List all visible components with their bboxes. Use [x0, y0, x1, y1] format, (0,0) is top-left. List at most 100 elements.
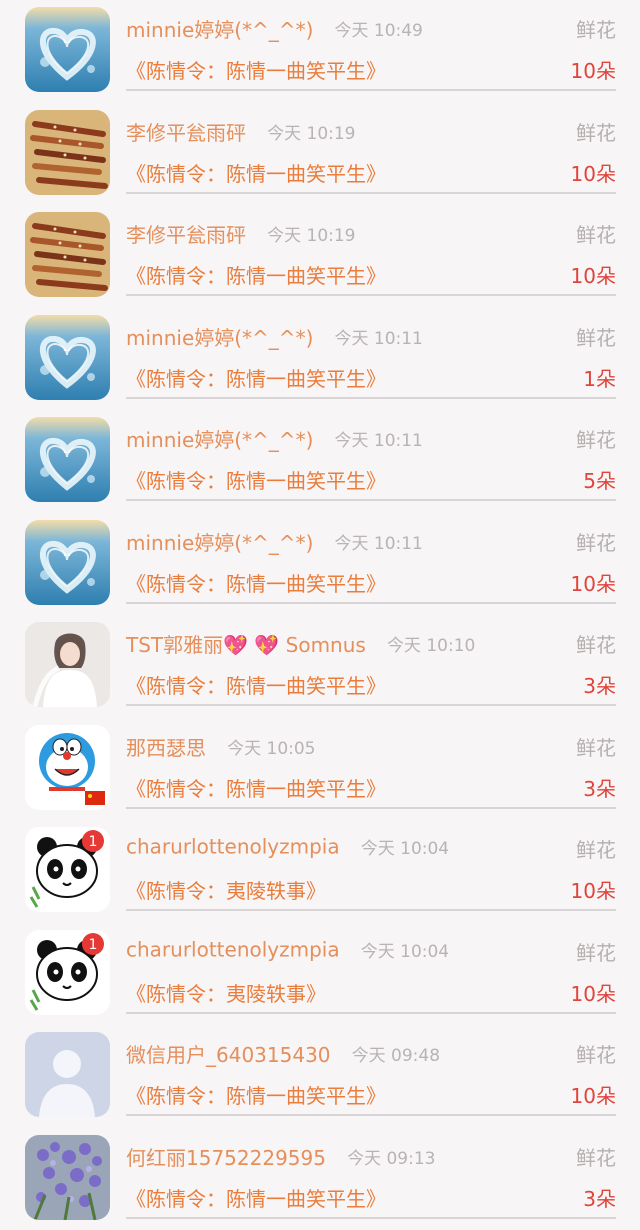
- heart-water-avatar: [25, 7, 110, 92]
- timestamp: 今天 10:04: [361, 942, 449, 962]
- avatar[interactable]: [25, 1032, 110, 1117]
- divider: [126, 704, 616, 706]
- list-item[interactable]: minnie婷婷(*^_^*) 今天 10:11 鲜花 《陈情令：陈情一曲笑平生…: [0, 308, 640, 411]
- gift-type: 鲜花: [576, 219, 616, 248]
- row-detail: 《陈情令：陈情一曲笑平生》 10朵: [126, 1080, 616, 1110]
- user-name[interactable]: 李修平瓮雨砰: [126, 121, 246, 145]
- bride-avatar: [25, 622, 110, 707]
- user-name[interactable]: charurlottenolyzmpia: [126, 937, 340, 961]
- panda-avatar: 1: [25, 930, 110, 1015]
- list-item[interactable]: 李修平瓮雨砰 今天 10:19 鲜花 《陈情令：陈情一曲笑平生》 10朵: [0, 205, 640, 308]
- timestamp: 今天 10:11: [334, 534, 422, 554]
- heart-water-avatar: [25, 417, 110, 502]
- user-name[interactable]: 那西瑟思: [126, 736, 206, 760]
- user-name[interactable]: minnie婷婷(*^_^*): [126, 18, 313, 42]
- user-name[interactable]: charurlottenolyzmpia: [126, 835, 340, 859]
- work-title[interactable]: 《陈情令：陈情一曲笑平生》: [126, 367, 386, 391]
- gift-count: 10朵: [571, 1080, 616, 1109]
- divider: [126, 89, 616, 91]
- user-name[interactable]: minnie婷婷(*^_^*): [126, 326, 313, 350]
- work-title[interactable]: 《陈情令：夷陵轶事》: [126, 879, 326, 903]
- list-item[interactable]: TST郭雅丽💖 💖 Somnus 今天 10:10 鲜花 《陈情令：陈情一曲笑平…: [0, 615, 640, 718]
- user-name[interactable]: minnie婷婷(*^_^*): [126, 428, 313, 452]
- work-title[interactable]: 《陈情令：陈情一曲笑平生》: [126, 264, 386, 288]
- work-title[interactable]: 《陈情令：夷陵轶事》: [126, 982, 326, 1006]
- flowers-avatar: [25, 1135, 110, 1220]
- list-item[interactable]: 那西瑟思 今天 10:05 鲜花 《陈情令：陈情一曲笑平生》 3朵: [0, 718, 640, 821]
- list-item[interactable]: 1 charurlottenolyzmpia 今天 10:04 鲜花 《陈情令：…: [0, 923, 640, 1026]
- row-header: 微信用户_640315430 今天 09:48 鲜花: [126, 1039, 616, 1069]
- timestamp: 今天 10:11: [334, 431, 422, 451]
- panda-avatar: 1: [25, 827, 110, 912]
- divider: [126, 1012, 616, 1014]
- flutes-avatar: [25, 110, 110, 195]
- avatar[interactable]: 1: [25, 930, 110, 1015]
- avatar[interactable]: [25, 725, 110, 810]
- row-header: minnie婷婷(*^_^*) 今天 10:49 鲜花: [126, 14, 616, 44]
- list-item[interactable]: minnie婷婷(*^_^*) 今天 10:11 鲜花 《陈情令：陈情一曲笑平生…: [0, 410, 640, 513]
- timestamp: 今天 10:49: [334, 21, 422, 41]
- avatar[interactable]: [25, 417, 110, 502]
- user-name[interactable]: 何红丽15752229595: [126, 1146, 326, 1170]
- avatar[interactable]: [25, 315, 110, 400]
- avatar[interactable]: [25, 110, 110, 195]
- row-header: 李修平瓮雨砰 今天 10:19 鲜花: [126, 117, 616, 147]
- svg-text:1: 1: [89, 937, 98, 953]
- gift-count: 1朵: [583, 363, 616, 392]
- work-title[interactable]: 《陈情令：陈情一曲笑平生》: [126, 1084, 386, 1108]
- gift-count: 3朵: [583, 773, 616, 802]
- gift-count: 3朵: [583, 1183, 616, 1212]
- avatar[interactable]: [25, 622, 110, 707]
- work-title[interactable]: 《陈情令：陈情一曲笑平生》: [126, 674, 386, 698]
- work-title[interactable]: 《陈情令：陈情一曲笑平生》: [126, 469, 386, 493]
- user-name[interactable]: TST郭雅丽💖 💖 Somnus: [126, 633, 366, 657]
- work-title[interactable]: 《陈情令：陈情一曲笑平生》: [126, 572, 386, 596]
- list-item[interactable]: minnie婷婷(*^_^*) 今天 10:11 鲜花 《陈情令：陈情一曲笑平生…: [0, 513, 640, 616]
- gift-count: 10朵: [571, 55, 616, 84]
- divider: [126, 294, 616, 296]
- gift-count: 5朵: [583, 465, 616, 494]
- row-detail: 《陈情令：陈情一曲笑平生》 3朵: [126, 670, 616, 700]
- work-title[interactable]: 《陈情令：陈情一曲笑平生》: [126, 162, 386, 186]
- list-item[interactable]: 1 charurlottenolyzmpia 今天 10:04 鲜花 《陈情令：…: [0, 820, 640, 923]
- gift-count: 10朵: [571, 158, 616, 187]
- work-title[interactable]: 《陈情令：陈情一曲笑平生》: [126, 59, 386, 83]
- timestamp: 今天 10:19: [267, 124, 355, 144]
- gift-count: 10朵: [571, 260, 616, 289]
- user-name[interactable]: minnie婷婷(*^_^*): [126, 531, 313, 555]
- timestamp: 今天 09:48: [352, 1046, 440, 1066]
- timestamp: 今天 10:04: [361, 839, 449, 859]
- work-title[interactable]: 《陈情令：陈情一曲笑平生》: [126, 1187, 386, 1211]
- divider: [126, 1217, 616, 1219]
- row-header: minnie婷婷(*^_^*) 今天 10:11 鲜花: [126, 322, 616, 352]
- list-item[interactable]: minnie婷婷(*^_^*) 今天 10:49 鲜花 《陈情令：陈情一曲笑平生…: [0, 0, 640, 103]
- list-item[interactable]: 何红丽15752229595 今天 09:13 鲜花 《陈情令：陈情一曲笑平生》…: [0, 1128, 640, 1230]
- row-header: 那西瑟思 今天 10:05 鲜花: [126, 732, 616, 762]
- list-item[interactable]: 微信用户_640315430 今天 09:48 鲜花 《陈情令：陈情一曲笑平生》…: [0, 1025, 640, 1128]
- row-detail: 《陈情令：陈情一曲笑平生》 10朵: [126, 260, 616, 290]
- avatar[interactable]: 1: [25, 827, 110, 912]
- avatar[interactable]: [25, 7, 110, 92]
- gift-type: 鲜花: [576, 629, 616, 658]
- flutes-avatar: [25, 212, 110, 297]
- avatar[interactable]: [25, 212, 110, 297]
- list-item[interactable]: 李修平瓮雨砰 今天 10:19 鲜花 《陈情令：陈情一曲笑平生》 10朵: [0, 103, 640, 206]
- gift-count: 3朵: [583, 670, 616, 699]
- gift-type: 鲜花: [576, 937, 616, 966]
- gift-type: 鲜花: [576, 1142, 616, 1171]
- row-detail: 《陈情令：夷陵轶事》 10朵: [126, 875, 616, 905]
- avatar[interactable]: [25, 520, 110, 605]
- user-name[interactable]: 李修平瓮雨砰: [126, 223, 246, 247]
- row-detail: 《陈情令：陈情一曲笑平生》 3朵: [126, 1183, 616, 1213]
- avatar[interactable]: [25, 1135, 110, 1220]
- timestamp: 今天 10:10: [387, 636, 475, 656]
- work-title[interactable]: 《陈情令：陈情一曲笑平生》: [126, 777, 386, 801]
- gift-count: 10朵: [571, 875, 616, 904]
- gift-type: 鲜花: [576, 14, 616, 43]
- row-detail: 《陈情令：夷陵轶事》 10朵: [126, 978, 616, 1008]
- row-detail: 《陈情令：陈情一曲笑平生》 10朵: [126, 568, 616, 598]
- row-header: 何红丽15752229595 今天 09:13 鲜花: [126, 1142, 616, 1172]
- divider: [126, 1114, 616, 1116]
- svg-text:1: 1: [89, 834, 98, 850]
- user-name[interactable]: 微信用户_640315430: [126, 1043, 331, 1067]
